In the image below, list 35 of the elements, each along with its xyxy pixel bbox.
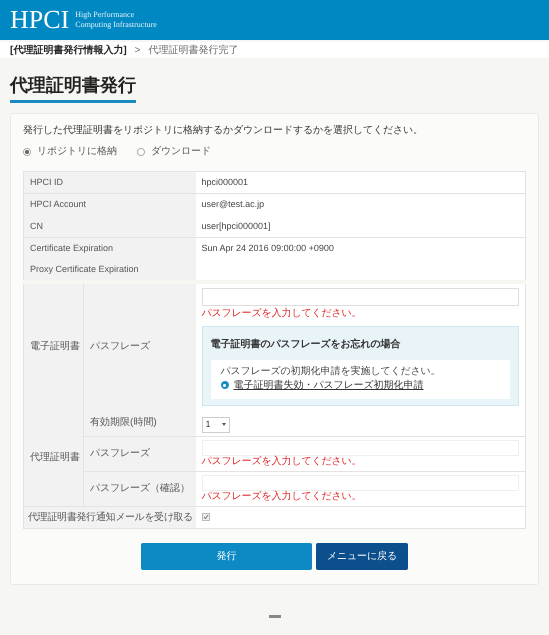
error-message: パスフレーズを入力してください。 <box>202 308 363 320</box>
label-cell: HPCI Account <box>24 194 196 216</box>
value-cell: user[hpci000001] <box>196 216 526 238</box>
value-cell: Sun Apr 24 2016 09:00:00 +0900 <box>196 238 526 260</box>
label-cell: 代理証明書 <box>24 410 84 506</box>
instruction-text: 発行した代理証明書をリポジトリに格納するかダウンロードするかを選択してください。 <box>23 124 424 138</box>
radio-option[interactable]: リポジトリに格納 <box>23 144 117 159</box>
label-cell: パスフレーズ <box>84 282 196 410</box>
radio-option[interactable]: ダウンロード <box>137 144 211 159</box>
breadcrumb-item: 代理証明書発行完了 <box>148 44 239 58</box>
value-cell: hpci000001 <box>196 172 526 194</box>
error-message: パスフレーズを入力してください。 <box>202 490 363 502</box>
label-cell: パスフレーズ <box>84 436 196 471</box>
reissue-link[interactable]: 電子証明書失効・パスフレーズ初期化申請 <box>234 378 424 392</box>
logo-subtitle: High Performance <box>75 10 136 20</box>
logo-subtitle: Computing Infrastructure <box>75 20 157 30</box>
breadcrumb-separator: > <box>134 44 141 58</box>
issue-button[interactable]: 発行 <box>141 542 312 570</box>
label-cell: パスフレーズ（確認） <box>84 471 196 506</box>
value-cell: user@test.ac.jp <box>196 194 526 216</box>
label-cell: HPCI ID <box>24 172 196 194</box>
label-cell: 代理証明書発行通知メールを受け取る <box>24 506 196 528</box>
label-cell: Proxy Certificate Expiration <box>24 260 196 282</box>
label-cell: Certificate Expiration <box>24 238 196 260</box>
notice-title: 電子証明書のパスフレーズをお忘れの場合 <box>210 337 402 352</box>
error-message: パスフレーズを入力してください。 <box>202 456 363 468</box>
logo-text: HPCI <box>10 7 70 33</box>
label-cell: 電子証明書 <box>24 282 84 410</box>
back-button[interactable]: メニューに戻る <box>316 542 408 570</box>
hours-select[interactable]: 1 <box>202 416 230 432</box>
label-cell: 有効期限(時間) <box>84 410 196 436</box>
label-cell: CN <box>24 216 196 238</box>
page-title: 代理証明書発行 <box>10 74 136 103</box>
breadcrumb-item: [代理証明書発行情報入力] <box>10 44 127 58</box>
notice-text: パスフレーズの初期化申請を実施してください。 <box>220 366 442 378</box>
